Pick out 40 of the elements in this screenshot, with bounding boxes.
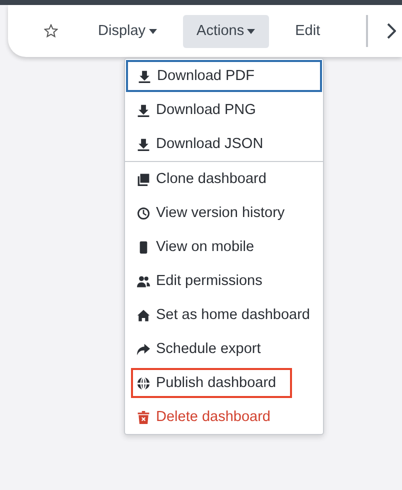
menu-item-label: Clone dashboard bbox=[156, 171, 266, 187]
trash-icon bbox=[137, 410, 150, 424]
share-arrow-icon bbox=[137, 342, 150, 356]
menu-item[interactable]: Download PDF bbox=[126, 60, 322, 92]
menu-item-label: Set as home dashboard bbox=[156, 307, 310, 323]
menu-item[interactable]: View on mobile bbox=[125, 230, 323, 264]
menu-item-label: Delete dashboard bbox=[156, 409, 270, 425]
toolbar-button[interactable]: Edit bbox=[281, 14, 334, 48]
menu-item-label: Download PNG bbox=[156, 102, 256, 118]
home-icon bbox=[137, 308, 150, 322]
menu-item[interactable]: Set as home dashboard bbox=[125, 298, 323, 332]
menu-item[interactable]: Download PNG bbox=[125, 93, 323, 127]
star-icon[interactable] bbox=[44, 24, 58, 38]
caret-icon bbox=[148, 28, 157, 34]
download-icon bbox=[137, 138, 150, 150]
menu-item-label: Schedule export bbox=[156, 341, 261, 357]
toolbar-button[interactable]: Actions bbox=[182, 14, 270, 48]
toolbar-button[interactable]: Display bbox=[84, 14, 171, 48]
menu-item[interactable]: View version history bbox=[125, 196, 323, 230]
menu-item-label: Download JSON bbox=[156, 136, 264, 152]
menu-item[interactable]: Edit permissions bbox=[125, 264, 323, 298]
menu-item[interactable]: Schedule export bbox=[125, 332, 323, 366]
menu-item-label: Download PDF bbox=[157, 68, 255, 84]
chevron-right-icon[interactable] bbox=[386, 23, 396, 39]
menu-item-label: Edit permissions bbox=[156, 273, 262, 289]
menu-item[interactable]: Download JSON bbox=[125, 127, 323, 161]
clock-icon bbox=[137, 206, 150, 220]
caret-icon bbox=[247, 28, 256, 34]
menu-item[interactable]: Clone dashboard bbox=[125, 162, 323, 196]
menu-item-label: Publish dashboard bbox=[156, 375, 276, 391]
download-icon bbox=[137, 104, 150, 116]
menu-item-label: View version history bbox=[156, 205, 285, 221]
menu-item[interactable]: Delete dashboard bbox=[125, 400, 323, 434]
menu-item-label: View on mobile bbox=[156, 239, 254, 255]
phone-icon bbox=[137, 240, 150, 254]
users-icon bbox=[137, 274, 150, 288]
copy-icon bbox=[137, 172, 150, 186]
globe-icon bbox=[137, 376, 150, 390]
menu-item[interactable]: Publish dashboard bbox=[125, 366, 323, 400]
download-icon bbox=[138, 70, 151, 82]
